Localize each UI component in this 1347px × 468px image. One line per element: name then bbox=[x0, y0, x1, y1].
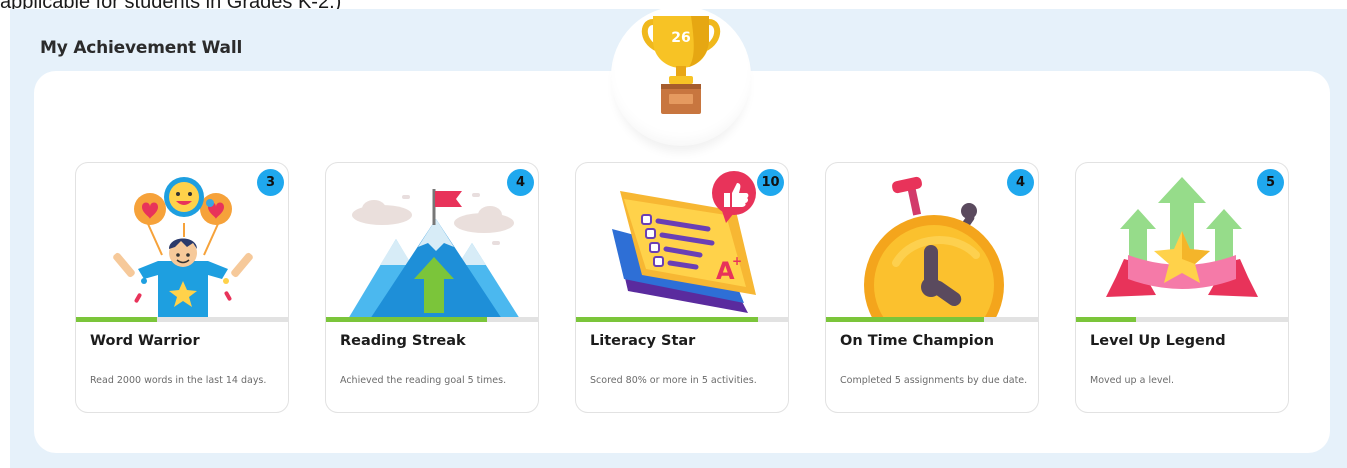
achievement-description: Scored 80% or more in 5 activities. bbox=[590, 375, 757, 386]
achievement-count-badge: 5 bbox=[1257, 169, 1284, 196]
progress-fill bbox=[76, 317, 158, 322]
progress-fill bbox=[826, 317, 985, 322]
achievement-description: Moved up a level. bbox=[1090, 375, 1175, 386]
achievement-card-literacy-star[interactable]: A + 10 Literacy Star Scored 80% or more … bbox=[575, 162, 789, 413]
trophy-icon bbox=[641, 16, 721, 114]
progress-fill bbox=[576, 317, 758, 322]
svg-text:+: + bbox=[732, 254, 742, 268]
trophy-count: 26 bbox=[671, 30, 691, 46]
achievement-title: Level Up Legend bbox=[1090, 333, 1226, 349]
progress-bar bbox=[326, 317, 538, 322]
achievement-card-level-up-legend[interactable]: 5 Level Up Legend Moved up a level. bbox=[1075, 162, 1289, 413]
achievement-title: Reading Streak bbox=[340, 333, 466, 349]
progress-fill bbox=[1076, 317, 1136, 322]
achievement-count-badge: 4 bbox=[507, 169, 534, 196]
progress-bar bbox=[576, 317, 788, 322]
progress-bar bbox=[826, 317, 1038, 322]
page-title: My Achievement Wall bbox=[40, 38, 243, 58]
achievement-count-badge: 10 bbox=[757, 169, 784, 196]
trophy-medallion: 26 bbox=[611, 6, 751, 146]
achievement-description: Achieved the reading goal 5 times. bbox=[340, 375, 507, 386]
achievement-card-word-warrior[interactable]: 3 Word Warrior Read 2000 words in the la… bbox=[75, 162, 289, 413]
achievement-description: Completed 5 assignments by due date. bbox=[840, 375, 1028, 386]
achievement-title: Literacy Star bbox=[590, 333, 696, 349]
progress-fill bbox=[326, 317, 487, 322]
progress-bar bbox=[1076, 317, 1288, 322]
achievement-card-on-time-champion[interactable]: 4 On Time Champion Completed 5 assignmen… bbox=[825, 162, 1039, 413]
achievement-card-reading-streak[interactable]: 4 Reading Streak Achieved the reading go… bbox=[325, 162, 539, 413]
achievement-count-badge: 3 bbox=[257, 169, 284, 196]
achievement-title: Word Warrior bbox=[90, 333, 200, 349]
progress-bar bbox=[76, 317, 288, 322]
achievement-count-badge: 4 bbox=[1007, 169, 1034, 196]
achievement-description: Read 2000 words in the last 14 days. bbox=[90, 375, 267, 386]
achievement-title: On Time Champion bbox=[840, 333, 995, 349]
